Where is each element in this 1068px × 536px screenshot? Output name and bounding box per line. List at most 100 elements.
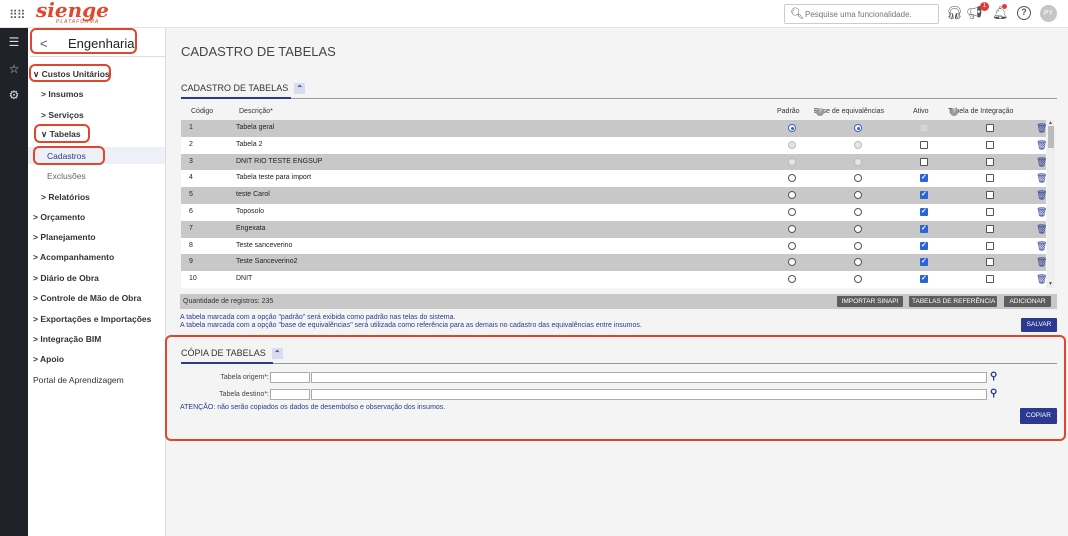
logo[interactable]: sienge PLATAFORMA [36, 0, 109, 25]
menu-icon[interactable]: ☰ [0, 35, 28, 49]
base-radio[interactable] [854, 191, 862, 200]
padrao-radio[interactable] [788, 174, 796, 183]
sidebar-item-orcamento[interactable]: > Orçamento [33, 212, 85, 222]
sidebar-item-insumos[interactable]: > Insumos [41, 89, 83, 99]
col-descricao[interactable]: Descrição* [239, 108, 273, 115]
headset-icon[interactable]: 🎧︎ [946, 5, 963, 21]
cell-desc[interactable]: teste Carol [236, 191, 270, 198]
trash-icon[interactable]: 🗑︎ [1036, 241, 1046, 252]
integracao-checkbox[interactable] [986, 191, 994, 200]
search-input[interactable] [805, 7, 935, 21]
sidebar-item-exportacoes-importacoes[interactable]: > Exportações e Importações [33, 314, 151, 324]
avatar[interactable]: PY [1040, 5, 1057, 22]
ativo-checkbox[interactable] [920, 124, 928, 132]
table-row[interactable]: 8 Teste sanceverino 🗑︎ [181, 237, 1046, 255]
star-icon[interactable]: ☆ [0, 62, 28, 76]
ativo-checkbox[interactable] [920, 190, 928, 200]
cell-desc[interactable]: DNIT [236, 275, 252, 282]
cell-desc[interactable]: Tabela geral [236, 124, 274, 131]
help-icon[interactable]: ? [950, 108, 958, 116]
cell-desc[interactable]: Engexata [236, 225, 266, 232]
table-row[interactable]: 5 teste Carol 🗑︎ [181, 187, 1046, 204]
sidebar-item-portal-aprendizagem[interactable]: Portal de Aprendizagem [33, 375, 124, 385]
sidebar-item-exclusoes[interactable]: Exclusões [47, 171, 86, 181]
col-padrao[interactable]: Padrão [777, 108, 800, 115]
trash-icon[interactable]: 🗑︎ [1036, 207, 1046, 218]
padrao-radio[interactable] [788, 191, 796, 200]
cell-desc[interactable]: Toposolo [236, 208, 264, 215]
padrao-radio[interactable] [788, 124, 796, 132]
trash-icon[interactable]: 🗑︎ [1036, 157, 1046, 168]
ativo-checkbox[interactable] [920, 140, 928, 149]
integracao-checkbox[interactable] [986, 275, 994, 284]
base-radio[interactable] [854, 174, 862, 183]
sidebar-item-relatorios[interactable]: > Relatórios [41, 192, 90, 202]
trash-icon[interactable]: 🗑︎ [1036, 190, 1046, 201]
sidebar-item-acompanhamento[interactable]: > Acompanhamento [33, 252, 114, 262]
padrao-radio[interactable] [788, 241, 796, 250]
integracao-checkbox[interactable] [986, 140, 994, 149]
ativo-checkbox[interactable] [920, 207, 928, 216]
integracao-checkbox[interactable] [986, 224, 994, 233]
table-row[interactable]: 10 DNIT 🗑︎ [181, 271, 1046, 288]
cell-desc[interactable]: DNIT RIO TESTE ENGSUP [236, 158, 322, 165]
ativo-checkbox[interactable] [920, 274, 928, 284]
trash-icon[interactable]: 🗑︎ [1036, 257, 1046, 268]
trash-icon[interactable]: 🗑︎ [1036, 274, 1046, 285]
trash-icon[interactable]: 🗑︎ [1036, 140, 1046, 151]
padrao-radio[interactable] [788, 157, 796, 166]
help-icon[interactable]: ? [816, 108, 824, 116]
base-radio[interactable] [854, 124, 862, 132]
base-radio[interactable] [854, 157, 862, 166]
sidebar-item-planejamento[interactable]: > Planejamento [33, 232, 96, 242]
sidebar-item-controle-mao-de-obra[interactable]: > Controle de Mão de Obra [33, 293, 141, 303]
trash-icon[interactable]: 🗑︎ [1036, 123, 1046, 134]
collapse-icon[interactable]: ⌃ [294, 83, 306, 95]
base-radio[interactable] [854, 140, 862, 149]
sidebar-item-apoio[interactable]: > Apoio [33, 354, 64, 364]
save-button[interactable]: SALVAR [1021, 318, 1057, 332]
reference-tables-button[interactable]: TABELAS DE REFERÊNCIA [909, 296, 997, 307]
padrao-radio[interactable] [788, 224, 796, 233]
integracao-checkbox[interactable] [986, 174, 994, 183]
table-row[interactable]: 3 DNIT RIO TESTE ENGSUP 🗑︎ [181, 153, 1046, 171]
scrollbar[interactable]: ▲ ▼ [1047, 120, 1055, 288]
trash-icon[interactable]: 🗑︎ [1036, 173, 1046, 184]
cell-desc[interactable]: Teste sanceverino [236, 242, 292, 249]
base-radio[interactable] [854, 275, 862, 284]
base-radio[interactable] [854, 224, 862, 233]
integracao-checkbox[interactable] [986, 124, 994, 132]
col-ativo[interactable]: Ativo [913, 108, 929, 115]
scroll-down-icon[interactable]: ▼ [1048, 281, 1053, 287]
cell-desc[interactable]: Tabela 2 [236, 141, 262, 148]
padrao-radio[interactable] [788, 275, 796, 284]
integracao-checkbox[interactable] [986, 207, 994, 216]
integracao-checkbox[interactable] [986, 241, 994, 250]
ativo-checkbox[interactable] [920, 173, 928, 183]
ativo-checkbox[interactable] [920, 241, 928, 250]
gear-icon[interactable]: ⚙ [0, 88, 28, 102]
integracao-checkbox[interactable] [986, 258, 994, 267]
scroll-thumb[interactable] [1048, 126, 1054, 148]
table-row[interactable]: 9 Teste Sanceverino2 🗑︎ [181, 254, 1046, 272]
cell-desc[interactable]: Tabela teste para import [236, 174, 311, 181]
sidebar-item-diario-de-obra[interactable]: > Diário de Obra [33, 273, 99, 283]
integracao-checkbox[interactable] [986, 157, 994, 166]
base-radio[interactable] [854, 207, 862, 216]
add-button[interactable]: ADICIONAR [1004, 296, 1051, 307]
table-row[interactable]: 6 Toposolo 🗑︎ [181, 203, 1046, 221]
base-radio[interactable] [854, 258, 862, 267]
ativo-checkbox[interactable] [920, 157, 928, 166]
import-sinapi-button[interactable]: IMPORTAR SINAPI [837, 296, 903, 307]
sidebar-item-integracao-bim[interactable]: > Integração BIM [33, 334, 101, 344]
ativo-checkbox[interactable] [920, 257, 928, 267]
sidebar-item-servicos[interactable]: > Serviços [41, 110, 84, 120]
grid-icon[interactable]: ⠿⠿ [9, 8, 26, 22]
padrao-radio[interactable] [788, 207, 796, 216]
padrao-radio[interactable] [788, 258, 796, 267]
base-radio[interactable] [854, 241, 862, 250]
cell-desc[interactable]: Teste Sanceverino2 [236, 258, 297, 265]
search-box[interactable]: 🔍︎ [784, 4, 939, 24]
help-icon[interactable]: ? [1017, 6, 1031, 20]
table-row[interactable]: 7 Engexata 🗑︎ [181, 220, 1046, 238]
